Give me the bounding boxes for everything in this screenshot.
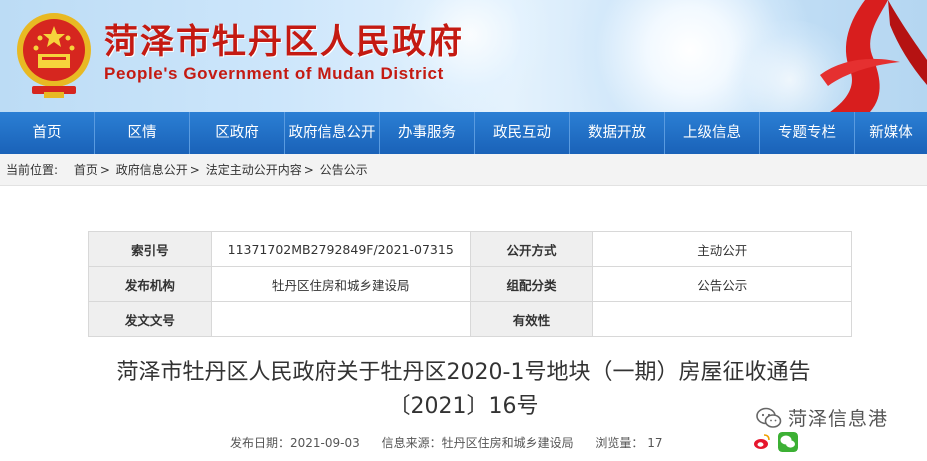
category-label: 组配分类 (469, 266, 594, 302)
open-mode-label: 公开方式 (469, 231, 594, 267)
breadcrumb-separator: > (189, 163, 200, 177)
index-number-label: 索引号 (88, 231, 212, 267)
table-row: 发布机构 牡丹区住房和城乡建设局 组配分类 公告公示 (88, 266, 852, 302)
publisher-value: 牡丹区住房和城乡建设局 (210, 266, 471, 302)
nav-item-superior-info[interactable]: 上级信息 (665, 112, 760, 154)
breadcrumb-label: 当前位置: (6, 163, 59, 177)
open-mode-value: 主动公开 (592, 231, 852, 267)
nav-item-home[interactable]: 首页 (0, 112, 95, 154)
nav-item-new-media[interactable]: 新媒体 (855, 112, 927, 154)
document-number-label: 发文文号 (88, 301, 212, 337)
breadcrumb-home-link[interactable]: 首页 (74, 163, 98, 177)
wechat-logo-icon (756, 407, 782, 428)
share-buttons (752, 432, 798, 452)
nav-item-interaction[interactable]: 政民互动 (475, 112, 570, 154)
nav-item-open-data[interactable]: 数据开放 (570, 112, 665, 154)
nav-item-services[interactable]: 办事服务 (380, 112, 475, 154)
main-nav: 首页 区情 区政府 政府信息公开 办事服务 政民互动 数据开放 上级信息 专题专… (0, 112, 927, 154)
validity-value (592, 301, 852, 337)
breadcrumb-info-disclosure-link[interactable]: 政府信息公开 (116, 163, 188, 177)
table-row: 索引号 11371702MB2792849F/2021-07315 公开方式 主… (88, 231, 852, 267)
watermark-text: 菏泽信息港 (788, 408, 889, 430)
header-banner: 菏泽市牡丹区人民政府 People's Government of Mudan … (0, 0, 927, 112)
table-row: 发文文号 有效性 (88, 301, 852, 337)
nav-item-district-info[interactable]: 区情 (95, 112, 190, 154)
nav-item-government-info-disclosure[interactable]: 政府信息公开 (285, 112, 380, 154)
national-emblem-icon (17, 13, 91, 98)
weibo-share-icon[interactable] (752, 432, 772, 452)
wechat-share-icon[interactable] (778, 432, 798, 452)
publish-date: 发布日期：2021-09-03 (230, 436, 360, 450)
breadcrumb: 当前位置: 首页 > 政府信息公开 > 法定主动公开内容 > 公告公示 (0, 154, 927, 186)
red-ribbon-sculpture-icon (820, 0, 927, 112)
breadcrumb-separator: > (99, 163, 110, 177)
info-source: 信息来源：牡丹区住房和城乡建设局 (381, 436, 574, 450)
document-info-table: 索引号 11371702MB2792849F/2021-07315 公开方式 主… (88, 231, 852, 337)
breadcrumb-statutory-content-link[interactable]: 法定主动公开内容 (206, 163, 302, 177)
wechat-watermark: 菏泽信息港 (756, 404, 888, 431)
breadcrumb-separator: > (303, 163, 314, 177)
article-meta: 发布日期：2021-09-03 信息来源：牡丹区住房和城乡建设局 浏览量： 17 (230, 434, 681, 451)
site-subtitle: People's Government of Mudan District (104, 64, 444, 83)
article-title-line-1: 菏泽市牡丹区人民政府关于牡丹区2020-1号地块（一期）房屋征收通告 (116, 360, 811, 385)
nav-item-special-topics[interactable]: 专题专栏 (760, 112, 855, 154)
index-number-value: 11371702MB2792849F/2021-07315 (210, 231, 471, 267)
document-number-value (210, 301, 471, 337)
site-title: 菏泽市牡丹区人民政府 (104, 22, 464, 62)
publisher-label: 发布机构 (88, 266, 212, 302)
view-count: 浏览量： 17 (595, 436, 663, 450)
breadcrumb-announcements-link[interactable]: 公告公示 (320, 163, 368, 177)
category-value: 公告公示 (592, 266, 852, 302)
validity-label: 有效性 (469, 301, 594, 337)
nav-item-district-government[interactable]: 区政府 (190, 112, 285, 154)
